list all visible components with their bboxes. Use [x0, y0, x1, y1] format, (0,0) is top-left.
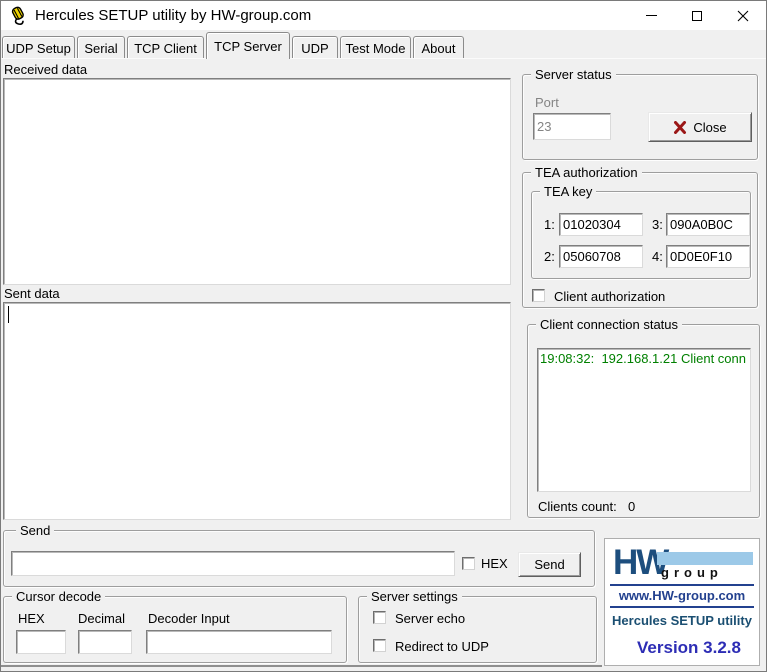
clients-count-value: 0: [628, 499, 635, 514]
tea-key-4-input[interactable]: [666, 245, 750, 268]
tea-key-3-label: 3:: [652, 217, 663, 232]
hw-group-logo-panel: HW group www.HW-group.com Hercules SETUP…: [604, 538, 760, 666]
server-settings-group: Server settings Server echo Redirect to …: [358, 596, 597, 663]
server-status-title: Server status: [531, 67, 616, 82]
hex-checkbox-label: HEX: [481, 556, 508, 571]
window-controls: [628, 1, 766, 30]
close-button[interactable]: Close: [648, 112, 752, 142]
server-echo-label: Server echo: [395, 611, 465, 626]
tea-key-2-input[interactable]: [559, 245, 643, 268]
client-connection-status-title: Client connection status: [536, 317, 682, 332]
port-label: Port: [535, 95, 559, 110]
logo-blue-bar: [657, 552, 753, 565]
client-authorization-checkbox[interactable]: [532, 289, 545, 302]
received-data-label: Received data: [4, 62, 87, 77]
title-bar[interactable]: Hercules SETUP utility by HW-group.com: [1, 1, 766, 30]
tea-key-3-input[interactable]: [666, 213, 750, 236]
window-title: Hercules SETUP utility by HW-group.com: [35, 7, 311, 24]
tea-key-1-input[interactable]: [559, 213, 643, 236]
send-input[interactable]: [11, 551, 455, 576]
version-text: Version 3.2.8: [605, 638, 759, 658]
client-authorization-label: Client authorization: [554, 289, 665, 304]
client-connection-status-group: Client connection status 19:08:32: 192.1…: [527, 324, 760, 518]
close-icon: [737, 10, 749, 22]
tea-key-2-label: 2:: [544, 249, 555, 264]
decoder-input-label: Decoder Input: [148, 611, 230, 626]
red-x-icon: [673, 121, 687, 134]
server-status-group: Server status Port Close: [522, 74, 758, 160]
tea-authorization-group: TEA authorization TEA key 1: 3: 2: 4: Cl…: [522, 172, 758, 308]
cursor-decode-title: Cursor decode: [12, 589, 105, 604]
tab-about[interactable]: About: [413, 36, 464, 58]
tea-key-1-label: 1:: [544, 217, 555, 232]
hercules-pulley-icon: [8, 6, 28, 26]
tab-strip-baseline: [1, 58, 766, 59]
sent-data-area[interactable]: [3, 302, 511, 520]
tea-key-group: TEA key 1: 3: 2: 4:: [531, 191, 751, 279]
decoder-input-field[interactable]: [146, 630, 332, 654]
tab-serial[interactable]: Serial: [77, 36, 125, 58]
tab-udp-setup[interactable]: UDP Setup: [2, 36, 75, 58]
sent-data-label: Sent data: [4, 286, 60, 301]
server-settings-title: Server settings: [367, 589, 462, 604]
minimize-icon: [646, 15, 657, 16]
clients-count-label: Clients count:: [538, 499, 617, 514]
tab-tcp-client[interactable]: TCP Client: [127, 36, 204, 58]
tab-udp[interactable]: UDP: [292, 36, 338, 58]
website-link[interactable]: www.HW-group.com: [605, 588, 759, 603]
connection-log-entry: 19:08:32: 192.168.1.21 Client conn: [540, 351, 746, 366]
cursor-hex-label: HEX: [18, 611, 45, 626]
maximize-icon: [692, 11, 702, 21]
logo-divider-bottom: [610, 606, 754, 608]
logo-group-text: group: [661, 565, 723, 580]
redirect-to-udp-checkbox[interactable]: [373, 639, 386, 652]
tea-key-4-label: 4:: [652, 249, 663, 264]
send-group: Send HEX Send: [3, 530, 595, 587]
app-name-text: Hercules SETUP utility: [605, 613, 759, 628]
logo-divider-top: [610, 584, 754, 586]
app-window: Hercules SETUP utility by HW-group.com U…: [0, 0, 767, 672]
close-button-label: Close: [693, 120, 726, 135]
send-group-title: Send: [16, 523, 54, 538]
hex-checkbox[interactable]: [462, 557, 475, 570]
tab-test-mode[interactable]: Test Mode: [340, 36, 411, 58]
port-input[interactable]: [533, 113, 611, 140]
server-echo-checkbox[interactable]: [373, 611, 386, 624]
cursor-decimal-input[interactable]: [78, 630, 132, 654]
tea-authorization-title: TEA authorization: [531, 165, 642, 180]
tea-key-title: TEA key: [540, 184, 596, 199]
received-data-area[interactable]: [3, 78, 511, 285]
cursor-hex-input[interactable]: [16, 630, 66, 654]
minimize-button[interactable]: [628, 1, 674, 30]
close-window-button[interactable]: [720, 1, 766, 30]
maximize-button[interactable]: [674, 1, 720, 30]
text-caret: [8, 306, 9, 323]
send-button-label: Send: [534, 557, 564, 572]
cursor-decimal-label: Decimal: [78, 611, 125, 626]
cursor-decode-group: Cursor decode HEX Decimal Decoder Input: [3, 596, 347, 663]
connection-log-listbox[interactable]: 19:08:32: 192.168.1.21 Client conn: [537, 348, 751, 492]
redirect-to-udp-label: Redirect to UDP: [395, 639, 489, 654]
tab-tcp-server[interactable]: TCP Server: [206, 32, 290, 59]
window-bottom-edge: [1, 665, 602, 667]
send-button[interactable]: Send: [518, 552, 581, 577]
